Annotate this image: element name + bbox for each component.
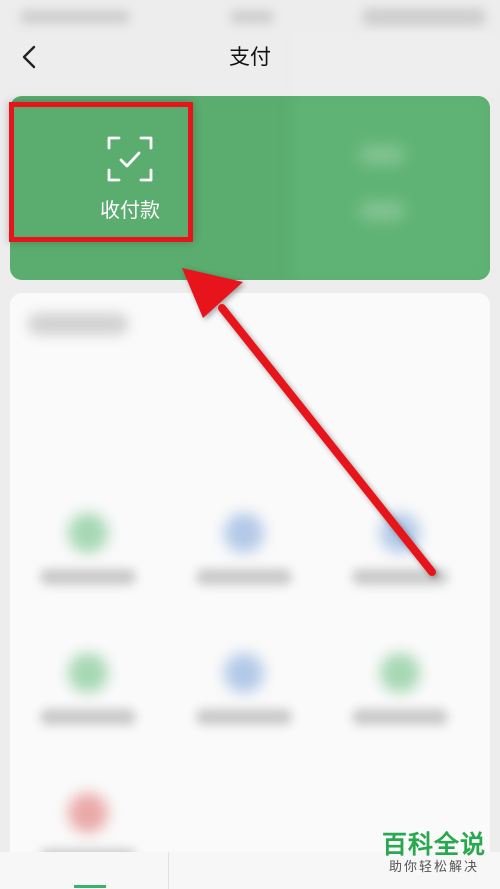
service-label	[196, 709, 292, 725]
service-label	[196, 569, 292, 585]
service-item[interactable]	[186, 643, 306, 743]
status-blur-time	[230, 10, 274, 24]
tab-indicator[interactable]	[74, 885, 106, 888]
watermark: 百科全说 助你轻松解决	[382, 830, 486, 876]
service-icon	[380, 513, 420, 553]
service-icon	[68, 513, 108, 553]
service-icon	[68, 653, 108, 693]
service-label	[40, 709, 136, 725]
watermark-subtitle: 助你轻松解决	[388, 860, 479, 875]
highlight-box	[9, 102, 193, 242]
status-blur-left	[20, 10, 130, 24]
service-item[interactable]	[342, 643, 462, 743]
service-item[interactable]	[342, 503, 462, 603]
status-blur-right	[362, 8, 486, 26]
service-item[interactable]	[186, 503, 306, 603]
pay-card-blur-region	[292, 96, 490, 280]
tab-divider	[168, 852, 169, 889]
blurred-label	[360, 202, 404, 220]
service-icon	[68, 793, 108, 833]
service-label	[352, 569, 448, 585]
watermark-title: 百科全说	[381, 830, 486, 859]
service-label	[40, 569, 136, 585]
status-bar	[0, 0, 500, 34]
section-title	[28, 313, 128, 335]
service-icon	[224, 653, 264, 693]
service-icon	[380, 653, 420, 693]
service-icon	[224, 513, 264, 553]
nav-bar: 支付	[0, 34, 500, 94]
blurred-icon	[360, 146, 404, 164]
service-item[interactable]	[30, 643, 150, 743]
page-title: 支付	[229, 45, 271, 69]
service-item[interactable]	[30, 503, 150, 603]
services-panel	[10, 293, 490, 865]
service-label	[352, 709, 448, 725]
